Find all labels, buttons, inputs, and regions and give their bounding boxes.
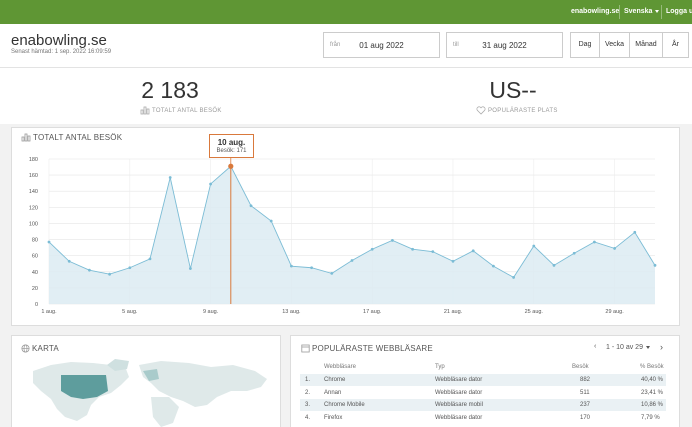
browser-type: Webbläsare mobil (435, 402, 483, 408)
data-point (633, 230, 637, 234)
x-tick-label: 1 aug. (41, 309, 57, 315)
pager-next-button[interactable]: › (660, 342, 663, 352)
column-header-browser[interactable]: Webbläsare (324, 364, 356, 370)
data-point (249, 204, 253, 208)
y-tick-label: 180 (29, 157, 38, 163)
browser-type: Webbläsare dator (435, 390, 483, 396)
y-tick-label: 160 (29, 173, 38, 179)
x-tick-label: 25 aug. (525, 309, 544, 315)
browser-visits: 170 (580, 415, 591, 421)
table-row[interactable]: 4. Firefox Webbläsare dator 170 7,79 % (300, 412, 666, 424)
x-tick-label: 29 aug. (605, 309, 624, 315)
data-point (391, 238, 394, 242)
browser-visits: 882 (580, 377, 591, 383)
data-point (370, 247, 374, 251)
x-tick-label: 17 aug. (363, 309, 382, 315)
data-point (572, 251, 576, 255)
y-tick-label: 120 (29, 205, 38, 211)
browser-type: Webbläsare dator (435, 415, 483, 421)
x-tick-label: 21 aug. (444, 309, 463, 315)
y-tick-label: 40 (32, 270, 38, 276)
data-point (451, 259, 455, 263)
data-point (512, 276, 515, 279)
africa-land (151, 397, 179, 427)
data-point (148, 257, 152, 261)
chart-tooltip: 10 aug. Besök: 171 (209, 134, 254, 158)
data-point (431, 250, 435, 254)
browser-window-icon (301, 344, 310, 353)
data-point (67, 259, 71, 263)
column-header-percent[interactable]: % Besök (640, 364, 664, 370)
data-point (88, 268, 91, 272)
series-area (49, 166, 655, 304)
y-tick-label: 100 (29, 221, 38, 227)
data-point (269, 219, 273, 223)
column-header-visits[interactable]: Besök (572, 364, 589, 370)
y-tick-label: 60 (32, 254, 38, 260)
browser-name: Chrome Mobile (324, 402, 365, 408)
data-point (552, 263, 556, 267)
tooltip-date: 10 aug. (217, 138, 246, 147)
column-header-type[interactable]: Typ (435, 364, 445, 370)
browser-percent: 40,40 % (641, 377, 664, 383)
browser-visits: 511 (580, 390, 590, 396)
y-tick-label: 0 (35, 302, 38, 308)
data-point (492, 264, 495, 268)
world-map[interactable] (11, 335, 281, 427)
data-point (350, 259, 354, 262)
pager-range-select[interactable]: 1 - 10 av 29 (606, 344, 650, 351)
y-tick-label: 20 (32, 286, 38, 292)
row-number: 4. (305, 415, 311, 421)
table-row[interactable]: 1. Chrome Webbläsare dator 882 40,40 % (300, 374, 666, 386)
data-point (613, 247, 616, 250)
y-tick-label: 80 (32, 238, 38, 244)
data-point (411, 247, 414, 251)
tooltip-value: Besök: 171 (216, 148, 247, 154)
chevron-down-icon (645, 345, 650, 349)
table-row[interactable]: 3. Chrome Mobile Webbläsare mobil 237 10… (300, 399, 666, 411)
x-tick-label: 5 aug. (122, 309, 138, 315)
y-tick-label: 140 (29, 189, 38, 195)
data-point (189, 267, 192, 270)
data-point (653, 263, 657, 267)
data-point (209, 182, 213, 186)
data-point (532, 244, 536, 248)
browser-visits: 237 (580, 402, 591, 408)
row-number: 2. (305, 390, 311, 396)
data-point (593, 240, 596, 244)
browsers-panel-title-row: POPULÄRASTE WEBBLÄSARE (301, 344, 433, 353)
data-point (330, 271, 334, 275)
data-point (108, 272, 111, 276)
browser-percent: 7,79 % (641, 415, 660, 421)
browser-percent: 10,86 % (641, 402, 664, 408)
row-number: 3. (305, 402, 311, 408)
x-tick-label: 9 aug. (203, 309, 219, 315)
data-point (471, 249, 475, 253)
browsers-panel-title: POPULÄRASTE WEBBLÄSARE (312, 344, 433, 353)
data-point (128, 266, 132, 270)
table-row[interactable]: 2. Annan Webbläsare dator 511 23,41 % (300, 387, 666, 399)
data-point (290, 264, 293, 268)
x-tick-label: 13 aug. (282, 309, 301, 315)
browser-name: Firefox (324, 415, 343, 421)
data-point (168, 176, 172, 179)
pager-range-label: 1 - 10 av 29 (606, 344, 643, 351)
row-number: 1. (305, 377, 311, 383)
pager-prev-button[interactable]: ‹ (594, 343, 596, 350)
data-point (47, 240, 51, 244)
browser-name: Annan (324, 390, 342, 396)
browser-type: Webbläsare dator (435, 377, 483, 383)
data-point (310, 266, 313, 270)
browser-name: Chrome (324, 377, 346, 383)
browser-percent: 23,41 % (641, 390, 664, 396)
